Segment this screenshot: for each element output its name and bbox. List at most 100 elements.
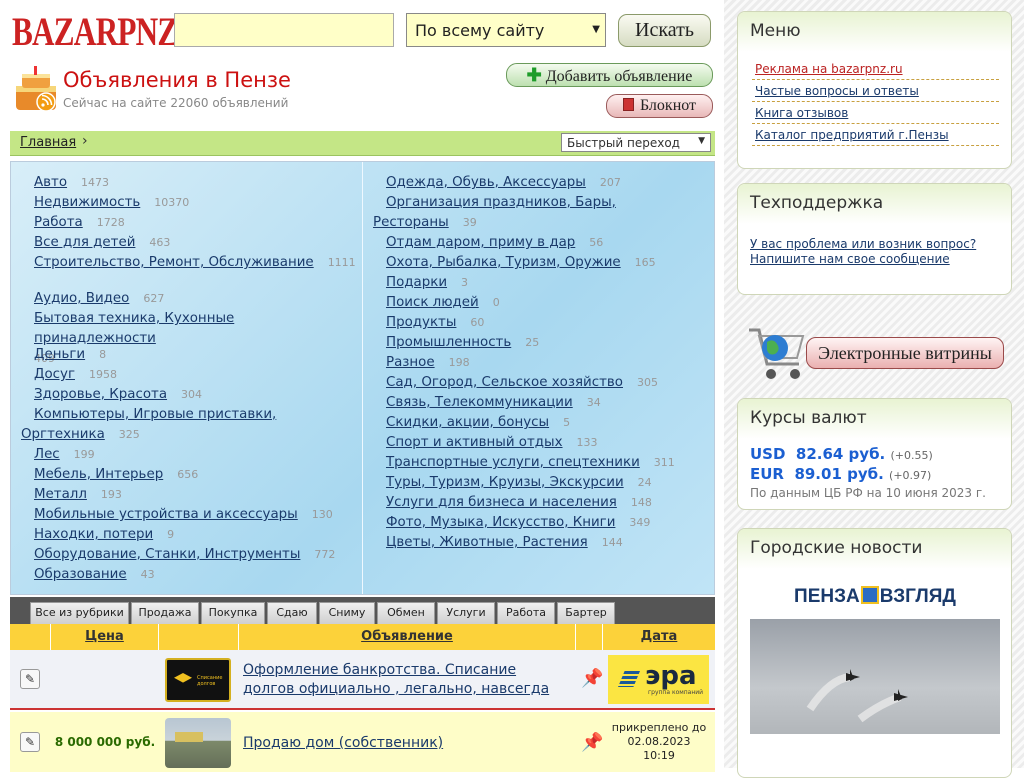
col-photo-header (159, 624, 239, 650)
category-link[interactable]: Цветы, Животные, Растения (386, 535, 588, 550)
category-link[interactable]: Образование (34, 567, 127, 582)
breadcrumb-home-link[interactable]: Главная (20, 135, 76, 150)
category-link[interactable]: Недвижимость (34, 195, 140, 210)
category-item: Деньги 8 (34, 345, 106, 365)
category-link[interactable]: Транспортные услуги, спецтехники (386, 455, 640, 470)
menu-link[interactable]: Частые вопросы и ответы (755, 84, 919, 98)
category-item: Недвижимость 10370 (34, 193, 189, 213)
table-row[interactable]: ✎ Списание долгов Оформление банкротства… (10, 650, 715, 710)
category-link[interactable]: Фото, Музыка, Искусство, Книги (386, 515, 615, 530)
category-link[interactable]: Досуг (34, 367, 75, 382)
showcase-banner[interactable]: Электронные витрины (745, 320, 1005, 386)
tab-item[interactable]: Работа (497, 602, 555, 624)
ad-thumbnail[interactable] (165, 718, 231, 768)
menu-item: Каталог предприятий г.Пензы (752, 124, 999, 146)
support-link-question[interactable]: У вас проблема или возник вопрос? (750, 237, 976, 251)
search-button[interactable]: Искать (618, 14, 711, 47)
category-link[interactable]: Услуги для бизнеса и населения (386, 495, 617, 510)
menu-link[interactable]: Реклама на bazarpnz.ru (755, 62, 903, 76)
ad-banner-era[interactable]: эра группа компаний (608, 655, 709, 704)
category-link[interactable]: Отдам даром, приму в дар (386, 235, 575, 250)
category-count: 198 (448, 356, 470, 369)
news-logo[interactable]: ПЕНЗА ВЗГЛЯД (750, 575, 1000, 619)
category-link[interactable]: Сад, Огород, Сельское хозяйство (386, 375, 623, 390)
news-photo[interactable] (750, 619, 1000, 734)
menu-link[interactable]: Каталог предприятий г.Пензы (755, 128, 949, 142)
col-date-header[interactable]: Дата (603, 624, 715, 650)
category-link[interactable]: Аудио, Видео (34, 291, 129, 306)
tab-item[interactable]: Услуги (437, 602, 495, 624)
ads-table-header: Цена Объявление Дата (10, 624, 715, 650)
tab-item[interactable]: Сдаю (267, 602, 317, 624)
category-link[interactable]: Мебель, Интерьер (34, 467, 163, 482)
category-item: Все для детей 463 (34, 233, 170, 253)
category-item: Работа 1728 (34, 213, 125, 233)
sort-date-link[interactable]: Дата (641, 629, 678, 644)
category-count: 144 (601, 536, 623, 549)
category-item: Здоровье, Красота 304 (34, 385, 202, 405)
category-count: 207 (599, 176, 621, 189)
tab-item[interactable]: Покупка (201, 602, 265, 624)
col-price-header[interactable]: Цена (51, 624, 159, 650)
edit-pencil-icon[interactable]: ✎ (20, 669, 40, 689)
table-row[interactable]: ✎ 8 000 000 руб. Продаю дом (собственник… (10, 712, 715, 772)
category-link[interactable]: Все для детей (34, 235, 135, 250)
tab-item[interactable]: Обмен (377, 602, 435, 624)
category-link[interactable]: Поиск людей (386, 295, 479, 310)
tab-item[interactable]: Бартер (557, 602, 615, 624)
category-link[interactable]: Строительство, Ремонт, Обслуживание (34, 255, 314, 270)
search-scope-select[interactable]: По всему сайту ▼ (406, 13, 606, 47)
ad-title-link[interactable]: Оформление банкротства. Списание долгов … (243, 662, 549, 697)
category-link[interactable]: Авто (34, 175, 67, 190)
category-link[interactable]: Туры, Туризм, Круизы, Экскурсии (386, 475, 624, 490)
edit-pencil-icon[interactable]: ✎ (20, 732, 40, 752)
category-count: 8 (99, 348, 107, 361)
category-item: Сад, Огород, Сельское хозяйство 305 (386, 373, 658, 393)
category-count: 627 (143, 292, 165, 305)
category-link[interactable]: Работа (34, 215, 83, 230)
category-link[interactable]: Подарки (386, 275, 447, 290)
category-count: 43 (140, 568, 155, 581)
showcase-button[interactable]: Электронные витрины (806, 337, 1004, 369)
col-title-header[interactable]: Объявление (239, 624, 576, 650)
support-link-message[interactable]: Напишите нам свое сообщение (750, 252, 950, 266)
category-link[interactable]: Металл (34, 487, 87, 502)
ad-title-cell: Продаю дом (собственник) (243, 734, 563, 753)
category-link[interactable]: Продукты (386, 315, 456, 330)
ad-title-link[interactable]: Продаю дом (собственник) (243, 735, 443, 751)
ad-thumbnail[interactable]: Списание долгов (165, 658, 231, 702)
category-link[interactable]: Компьютеры, Игровые приставки, Оргтехник… (21, 407, 276, 442)
notebook-button[interactable]: Блокнот (606, 94, 713, 118)
sort-title-link[interactable]: Объявление (361, 629, 453, 644)
category-item: Металл 193 (34, 485, 122, 505)
category-link[interactable]: Промышленность (386, 335, 511, 350)
category-link[interactable]: Мобильные устройства и аксессуары (34, 507, 298, 522)
category-link[interactable]: Оборудование, Станки, Инструменты (34, 547, 300, 562)
category-link[interactable]: Одежда, Обувь, Аксессуары (386, 175, 586, 190)
menu-link[interactable]: Книга отзывов (755, 106, 848, 120)
quick-nav-select[interactable]: Быстрый переход ▼ (561, 133, 711, 152)
category-link[interactable]: Деньги (34, 347, 85, 362)
category-link[interactable]: Скидки, акции, бонусы (386, 415, 549, 430)
category-link[interactable]: Разное (386, 355, 435, 370)
category-link[interactable]: Спорт и активный отдых (386, 435, 563, 450)
category-link[interactable]: Находки, потери (34, 527, 153, 542)
category-count: 9 (167, 528, 175, 541)
category-count: 0 (492, 296, 500, 309)
search-input[interactable] (174, 13, 394, 47)
category-item: Подарки 3 (386, 273, 468, 293)
ad-title-cell: Оформление банкротства. Списание долгов … (243, 661, 563, 699)
category-link[interactable]: Организация праздников, Бары, Рестораны (373, 195, 616, 230)
category-link[interactable]: Связь, Телекоммуникации (386, 395, 573, 410)
category-link[interactable]: Бытовая техника, Кухонные принадлежности (34, 311, 234, 346)
tab-item[interactable]: Продажа (131, 602, 199, 624)
category-link[interactable]: Лес (34, 447, 60, 462)
tab-item[interactable]: Сниму (319, 602, 375, 624)
category-link[interactable]: Охота, Рыбалка, Туризм, Оружие (386, 255, 621, 270)
sort-price-link[interactable]: Цена (85, 629, 124, 644)
menu-list: Реклама на bazarpnz.ru Частые вопросы и о… (738, 52, 1011, 146)
category-link[interactable]: Здоровье, Красота (34, 387, 167, 402)
category-item: Разное 198 (386, 353, 470, 373)
tab-item[interactable]: Все из рубрики (30, 602, 129, 624)
add-ad-button[interactable]: ✚ Добавить объявление (506, 63, 713, 87)
